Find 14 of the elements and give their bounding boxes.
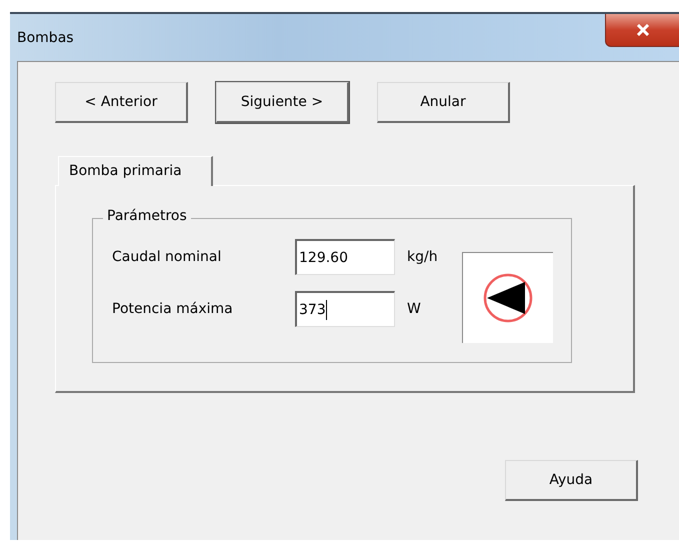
unit-label: W [407, 301, 421, 317]
input-field[interactable]: 129.60 [295, 239, 395, 275]
close-button[interactable] [605, 14, 679, 47]
field-label: Caudal nominal [112, 249, 222, 265]
nav-button[interactable]: Siguiente > [216, 82, 349, 123]
field-label: Potencia máxima [112, 301, 234, 317]
nav-button[interactable]: < Anterior [55, 82, 188, 123]
input-field[interactable]: 373 [295, 291, 395, 327]
nav-button[interactable]: Anular [377, 82, 510, 123]
window-title: Bombas [17, 30, 74, 46]
tab[interactable]: Bomba primaria [58, 156, 213, 186]
unit-label: kg/h [407, 249, 438, 265]
close-icon [636, 24, 650, 36]
help-button[interactable]: Ayuda [505, 460, 638, 501]
